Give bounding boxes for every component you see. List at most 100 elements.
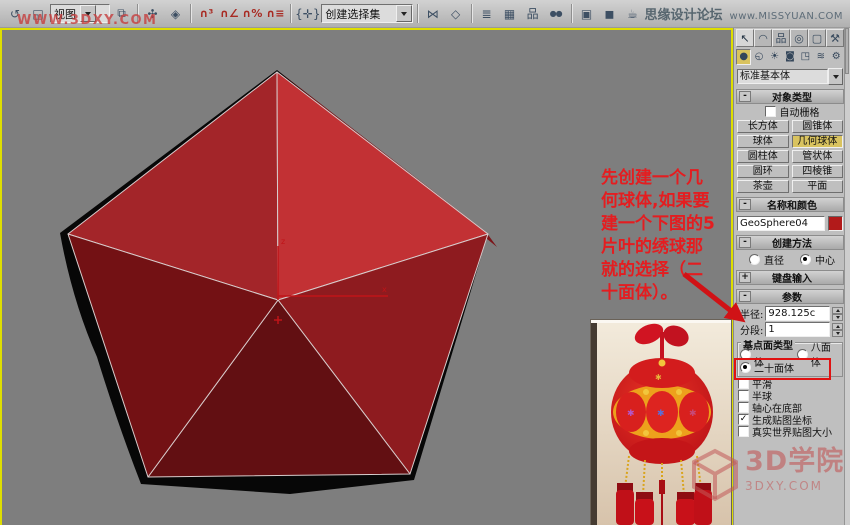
pyramid-button[interactable]: 四棱锥	[791, 165, 843, 178]
3dsmax-window: ↺ ◱ 视图 ⧉ ✣ ◈ ∩³ ∩∠ ∩% ∩≡ {✛} 创建选择集 ⋈ ◇ ≣…	[0, 0, 850, 525]
box-button[interactable]: 长方体	[737, 120, 789, 133]
toolbar-separator	[416, 4, 418, 23]
geosphere-button[interactable]: 几何球体	[791, 135, 843, 148]
selection-set-value: 创建选择集	[325, 7, 381, 21]
primitive-type-dropdown[interactable]: 标准基本体	[737, 69, 828, 84]
display-tab-icon[interactable]: ▢	[808, 29, 826, 47]
segments-spinner[interactable]	[832, 322, 843, 337]
percent-snap-icon[interactable]: ∩%	[241, 3, 263, 25]
octa-radio[interactable]	[796, 348, 808, 360]
annotation-line: 建一个下图的5	[601, 214, 715, 234]
center-label: 中心	[815, 255, 835, 267]
shapes-category-icon[interactable]: ◵	[751, 49, 766, 65]
object-color-swatch[interactable]	[828, 216, 843, 231]
spacewarps-category-icon[interactable]: ≋	[813, 49, 828, 65]
geometry-category-icon[interactable]: ●	[736, 48, 752, 65]
diameter-radio[interactable]	[749, 253, 760, 265]
rollout-parameters[interactable]: - 参数	[736, 289, 844, 304]
collapse-icon[interactable]: -	[739, 91, 751, 102]
create-categories: ● ◵ ☀ ◙ ◳ ≋ ⚙	[734, 47, 850, 65]
icosa-radio[interactable]	[740, 361, 751, 373]
annotation-line: 就的选择（二	[601, 260, 703, 280]
curve-editor-icon[interactable]: ▦	[499, 3, 521, 25]
real-world-map-label: 真实世界贴图大小	[752, 428, 832, 439]
snap-toggle-icon[interactable]: ∩³	[195, 3, 217, 25]
autogrid-checkbox[interactable]	[764, 106, 776, 117]
segments-label: 分段:	[740, 326, 764, 337]
tetra-radio[interactable]	[740, 348, 751, 360]
spinner-snap-icon[interactable]: ∩≡	[264, 3, 286, 25]
object-name-input[interactable]: GeoSphere04	[737, 216, 825, 231]
material-editor-icon[interactable]: ●●	[545, 3, 567, 25]
center-radio[interactable]	[800, 253, 811, 265]
cameras-category-icon[interactable]: ◙	[782, 49, 797, 65]
watermark-title: 3D学院	[745, 446, 845, 477]
panel-scrollbar[interactable]	[844, 28, 850, 525]
annotation-line: 先创建一个几	[601, 168, 703, 188]
radius-label: 半径:	[740, 310, 764, 321]
svg-text:x: x	[382, 285, 387, 294]
align-icon[interactable]: ◇	[445, 3, 467, 25]
cylinder-button[interactable]: 圆柱体	[737, 150, 789, 163]
angle-snap-icon[interactable]: ∩∠	[218, 3, 240, 25]
torus-button[interactable]: 圆环	[737, 165, 789, 178]
rollout-object-type[interactable]: - 对象类型	[736, 89, 844, 104]
create-tab-icon[interactable]: ↖	[736, 29, 754, 47]
layer-manager-icon[interactable]: ≣	[476, 3, 498, 25]
site-name: 思缘设计论坛	[644, 8, 723, 23]
svg-text:✱: ✱	[689, 409, 697, 419]
chevron-down-icon[interactable]	[828, 68, 843, 85]
sphere-button[interactable]: 球体	[737, 135, 789, 148]
base-facets-group: 基点面类型 四面体 八面体 二十面体	[734, 337, 843, 380]
hemisphere-checkbox[interactable]	[738, 390, 749, 401]
annotation-line: 何球体,如果要	[601, 191, 710, 211]
base-to-pivot-checkbox[interactable]	[738, 402, 749, 413]
watermark-bottom-right: 3D学院 3DXY.COM	[690, 447, 844, 503]
diameter-label: 直径	[764, 255, 784, 267]
mapping-coords-checkbox[interactable]: ✓	[738, 414, 749, 425]
primitive-buttons: 长方体 圆锥体 球体 几何球体 圆柱体 管状体 圆环 四棱锥 茶壶 平面	[737, 120, 843, 193]
mirror-icon[interactable]: ⋈	[422, 3, 444, 25]
selection-set-dropdown[interactable]: 创建选择集	[321, 4, 413, 23]
render-setup-icon[interactable]: ▣	[575, 3, 597, 25]
cone-button[interactable]: 圆锥体	[791, 120, 843, 133]
autogrid-label: 自动栅格	[779, 108, 820, 119]
render-frame-icon[interactable]: ◼	[598, 3, 620, 25]
motion-tab-icon[interactable]: ◎	[790, 29, 808, 47]
teapot-button[interactable]: 茶壶	[737, 180, 789, 193]
quick-render-icon[interactable]: ☕	[621, 3, 643, 25]
hierarchy-tab-icon[interactable]: 品	[772, 29, 790, 47]
systems-category-icon[interactable]: ⚙	[829, 49, 844, 65]
svg-text:✱: ✱	[655, 373, 662, 382]
svg-text:z: z	[281, 237, 285, 246]
annotation-line: 片叶的绣球那	[601, 237, 703, 257]
radius-input[interactable]: 928.125c	[765, 306, 830, 321]
utilities-tab-icon[interactable]: ⚒	[826, 29, 844, 47]
svg-text:✱: ✱	[627, 409, 635, 419]
schematic-view-icon[interactable]: 品	[522, 3, 544, 25]
icosa-label: 二十面体	[754, 363, 794, 375]
site-branding: 思缘设计论坛 www.MISSYUAN.COM	[645, 4, 847, 23]
watermark-top-left: WWW.3DXY.COM	[17, 13, 158, 28]
rollout-keyboard-entry[interactable]: + 键盘输入	[736, 270, 844, 285]
lights-category-icon[interactable]: ☀	[767, 49, 782, 65]
command-panel-tabs: ↖ ◠ 品 ◎ ▢ ⚒	[734, 28, 850, 47]
toolbar-separator	[290, 4, 292, 23]
site-url: www.MISSYUAN.COM	[729, 11, 843, 22]
svg-text:✱: ✱	[657, 409, 665, 419]
radius-spinner[interactable]	[832, 306, 843, 321]
segments-input[interactable]: 1	[765, 322, 830, 337]
rollout-creation-method[interactable]: - 创建方法	[736, 235, 844, 250]
chevron-down-icon[interactable]	[395, 5, 412, 22]
named-selection-icon[interactable]: {✛}	[295, 3, 320, 25]
bind-spacewarp-icon[interactable]: ◈	[164, 3, 186, 25]
modify-tab-icon[interactable]: ◠	[754, 29, 772, 47]
cube-logo-icon	[692, 448, 738, 502]
rollout-name-color[interactable]: - 名称和颜色	[736, 197, 844, 212]
smooth-checkbox[interactable]	[738, 378, 749, 389]
tutorial-annotation: 先创建一个几 何球体,如果要 建一个下图的5 片叶的绣球那 就的选择（二 十面体…	[601, 167, 743, 305]
helpers-category-icon[interactable]: ◳	[798, 49, 813, 65]
plane-button[interactable]: 平面	[791, 180, 843, 193]
tube-button[interactable]: 管状体	[791, 150, 843, 163]
real-world-map-checkbox[interactable]	[738, 426, 749, 437]
